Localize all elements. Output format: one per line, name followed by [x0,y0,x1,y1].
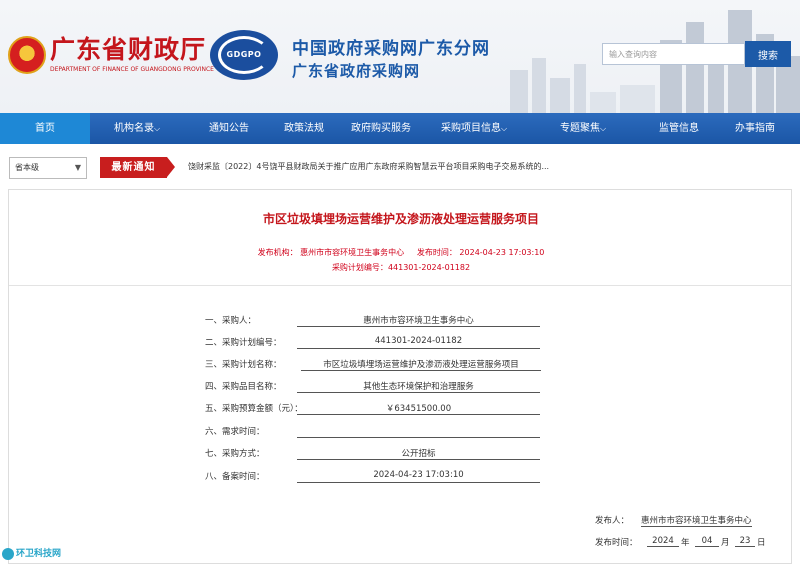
gdgpo-logo[interactable]: GDGPO [210,30,278,80]
chevron-down-icon: ⌵ [153,124,161,133]
watermark: 环卫科技网 [0,545,72,564]
field-label: 八、备案时间： [205,472,265,482]
plan-no-label: 采购计划编号： [331,263,388,272]
field-label: 六、需求时间： [205,427,265,437]
gdgpo-logo-text: GDGPO [226,50,262,59]
chevron-down-icon: ⌵ [599,124,607,133]
publish-time-value: 2024-04-23 17:03:10 [459,248,545,257]
nav-item-agencies[interactable]: 机构名录⌵ [103,113,171,144]
field-label: 二、采购计划编号： [205,338,282,348]
article-panel: 市区垃圾填埋场运营维护及渗沥液处理运营服务项目 发布机构： 惠州市市容环境卫生事… [8,189,792,564]
nav-item-gov-services[interactable]: 政府购买服务 [340,113,422,144]
publisher-label: 发布机构： [257,248,298,257]
nav-item-label: 通知公告 [209,123,249,134]
field-label: 一、采购人： [205,316,257,326]
province-select-value: 省本级 [15,163,39,172]
nav-item-label: 政策法规 [284,123,324,134]
field-value: 惠州市市容环境卫生事务中心 [297,314,540,327]
nav-item-topics[interactable]: 专题聚焦⌵ [550,113,616,144]
nav-item-home[interactable]: 首页 [0,113,90,144]
nav-item-project-info[interactable]: 采购项目信息⌵ [430,113,518,144]
nav-item-policies[interactable]: 政策法规 [273,113,335,144]
field-value: 441301-2024-01182 [297,336,540,349]
nav-item-notices[interactable]: 通知公告 [196,113,262,144]
national-emblem-icon [8,36,46,74]
latest-notice-link[interactable]: 饶财采监〔2022〕4号饶平县财政局关于推广应用广东政府采购智慧云平台项目采购电… [188,161,549,172]
department-name-en: DEPARTMENT OF FINANCE OF GUANGDONG PROVI… [50,66,214,73]
footer-date-month: 04 [695,536,719,547]
title-divider [9,285,791,286]
footer-date-label: 发布时间： [595,538,638,548]
province-select[interactable]: 省本级 ▼ [9,157,87,179]
nav-item-label: 采购项目信息 [440,123,501,134]
article-title: 市区垃圾填埋场运营维护及渗沥液处理运营服务项目 [262,212,539,226]
article-meta-plan: 采购计划编号：441301-2024-01182 [9,262,793,273]
field-label: 七、采购方式： [205,449,265,459]
site-header: 广东省财政厅 DEPARTMENT OF FINANCE OF GUANGDON… [0,0,800,113]
field-label: 三、采购计划名称： [205,360,282,370]
plan-no-value: 441301-2024-01182 [387,263,471,272]
nav-item-supervision[interactable]: 监管信息 [648,113,710,144]
field-value: ￥63451500.00 [297,402,540,415]
field-value: 公开招标 [297,447,540,460]
chevron-down-icon: ⌵ [500,124,508,133]
footer-date-year: 2024 [647,536,679,547]
nav-item-guide[interactable]: 办事指南 [722,113,788,144]
article-meta-publish: 发布机构： 惠州市市容环境卫生事务中心 发布时间： 2024-04-23 17:… [9,247,793,258]
search-input[interactable] [602,43,745,65]
field-value: 市区垃圾填埋场运营维护及渗沥液处理运营服务项目 [301,358,541,371]
nav-item-label: 首页 [35,123,55,134]
main-nav: 首页 机构名录⌵ 通知公告 政策法规 政府购买服务 采购项目信息⌵ 专题聚焦⌵ … [0,113,800,144]
publish-time-label: 发布时间： [416,248,457,257]
latest-notice-tag: 最新通知 [100,157,175,178]
chevron-down-icon: ▼ [74,163,81,172]
field-value [297,425,540,438]
field-value: 2024-04-23 17:03:10 [297,470,540,483]
watermark-text: 环卫科技网 [16,549,62,559]
search-button[interactable]: 搜索 [745,41,791,67]
site-name-secondary[interactable]: 广东省政府采购网 [292,60,420,81]
site-name-primary[interactable]: 中国政府采购网广东分网 [292,34,490,59]
field-label: 四、采购品目名称： [205,382,282,392]
footer-publisher-label: 发布人： [595,516,630,526]
footer-date-year-unit: 年 [681,538,690,548]
footer-date-day-unit: 日 [757,538,766,548]
field-value: 其他生态环境保护和治理服务 [297,380,540,393]
footer-date-month-unit: 月 [721,538,730,548]
field-label: 五、采购预算金额（元）： [205,404,303,414]
watermark-logo-icon [2,548,14,560]
nav-item-label: 机构名录 [113,123,154,134]
footer-date-day: 23 [735,536,755,547]
nav-item-label: 政府购买服务 [351,123,411,134]
nav-item-label: 监管信息 [659,123,699,134]
publisher-value: 惠州市市容环境卫生事务中心 [300,248,405,257]
footer-publisher-value: 惠州市市容环境卫生事务中心 [641,516,752,527]
nav-item-label: 专题聚焦 [559,123,600,134]
nav-item-label: 办事指南 [735,123,775,134]
department-name[interactable]: 广东省财政厅 [50,30,206,66]
